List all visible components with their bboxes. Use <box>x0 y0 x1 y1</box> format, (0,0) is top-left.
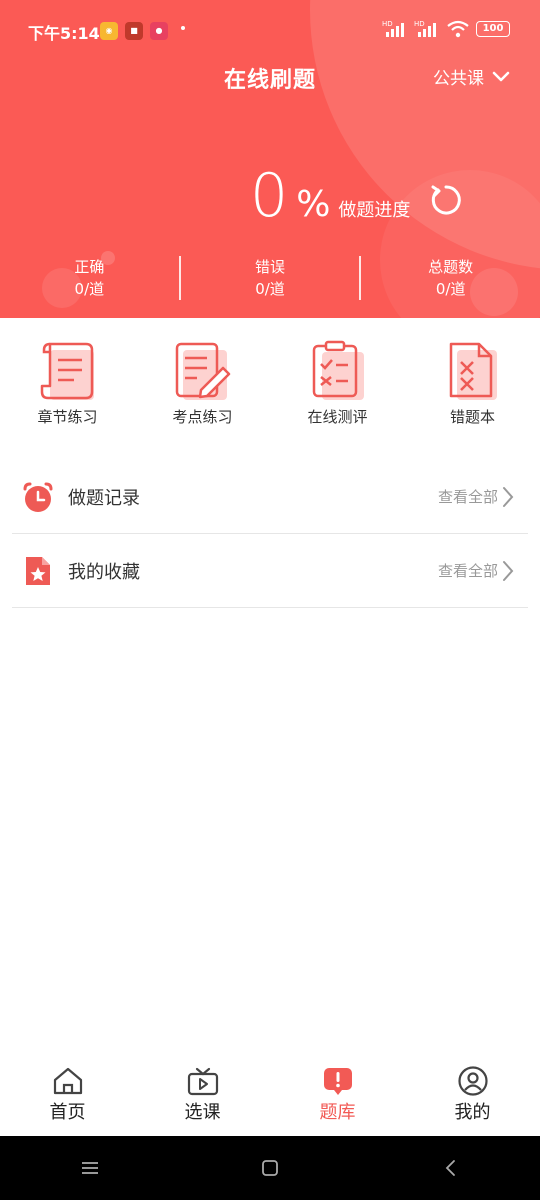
practice-history-row[interactable]: 做题记录 查看全部 <box>12 460 528 534</box>
wrong-book-icon <box>449 342 497 400</box>
star-document-icon <box>26 556 50 585</box>
weibo-app-icon: ◉ <box>100 22 118 40</box>
menu-button[interactable] <box>60 1148 120 1188</box>
stat-total: 总题数 0/道 <box>361 256 540 302</box>
clipboard-check-icon <box>312 340 364 400</box>
view-all-label: 查看全部 <box>437 562 498 580</box>
stat-label: 总题数 <box>428 258 474 276</box>
row-title: 我的收藏 <box>68 561 140 583</box>
alarm-clock-icon <box>23 482 53 512</box>
svg-text:HD: HD <box>382 20 393 28</box>
stat-value: 0/道 <box>435 280 466 298</box>
tab-question-bank[interactable]: 题库 <box>270 1058 405 1136</box>
menu-icon <box>82 1162 98 1174</box>
notepad-pencil-icon <box>175 342 230 400</box>
home-icon <box>53 1067 82 1095</box>
stats-row: 正确 0/道 错误 0/道 总题数 0/道 <box>0 256 540 302</box>
user-icon <box>457 1066 488 1096</box>
signal-icon: HD <box>414 20 436 37</box>
refresh-icon[interactable] <box>428 182 464 218</box>
back-button[interactable] <box>420 1148 480 1188</box>
app-notification-icon: ■ <box>125 22 143 40</box>
feature-grid: 章节练习 考点练习 在线测评 错题本 <box>0 340 540 427</box>
xiaohongshu-app-icon: ● <box>150 22 168 40</box>
row-title: 做题记录 <box>68 487 140 509</box>
progress-unit: % <box>296 184 331 225</box>
tab-courses[interactable]: 选课 <box>135 1058 270 1136</box>
feature-label: 错题本 <box>449 408 495 426</box>
tab-label: 首页 <box>49 1102 86 1123</box>
progress-label: 做题进度 <box>338 200 411 221</box>
progress-display: 0 % 做题进度 <box>250 166 410 226</box>
header-banner: 下午5:14 ◉ ■ ● HD HD 100 在线刷题 公共课 0 % 做题进度… <box>0 0 540 318</box>
chevron-right-icon <box>503 560 514 581</box>
subject-selector-label: 公共课 <box>433 69 484 89</box>
system-navigation-bar <box>0 1136 540 1200</box>
stat-value: 0/道 <box>74 280 105 298</box>
svg-text:HD: HD <box>414 20 425 28</box>
subject-selector[interactable]: 公共课 <box>433 64 510 89</box>
status-indicators: HD HD 100 <box>382 20 510 38</box>
bottom-tab-bar: 首页 选课 题库 我的 <box>0 1058 540 1136</box>
status-bar: 下午5:14 ◉ ■ ● HD HD 100 <box>0 0 540 62</box>
feature-chapter-practice[interactable]: 章节练习 <box>0 340 135 427</box>
question-bank-icon <box>323 1068 352 1095</box>
stat-wrong: 错误 0/道 <box>181 256 360 302</box>
feature-topic-practice[interactable]: 考点练习 <box>135 340 270 427</box>
tab-label: 我的 <box>454 1102 491 1123</box>
battery-indicator: 100 <box>476 21 510 37</box>
feature-wrong-book[interactable]: 错题本 <box>405 340 540 427</box>
tab-label: 选课 <box>184 1102 221 1123</box>
status-time: 下午5:14 <box>28 24 100 43</box>
tab-label: 题库 <box>319 1102 356 1123</box>
view-all-label: 查看全部 <box>437 488 498 506</box>
back-icon <box>445 1160 455 1176</box>
scroll-icon <box>40 342 94 400</box>
tv-play-icon <box>187 1067 218 1096</box>
wifi-icon <box>447 20 469 38</box>
feature-label: 章节练习 <box>37 408 98 426</box>
stat-label: 正确 <box>74 258 105 276</box>
stat-value: 0/道 <box>255 280 285 298</box>
feature-label: 在线测评 <box>307 408 368 426</box>
more-notifications-dot <box>181 26 185 30</box>
progress-value: 0 <box>250 161 289 231</box>
feature-online-test[interactable]: 在线测评 <box>270 340 405 427</box>
view-all-link[interactable]: 查看全部 <box>438 560 514 582</box>
feature-label: 考点练习 <box>172 408 233 426</box>
tab-profile[interactable]: 我的 <box>405 1058 540 1136</box>
square-icon <box>262 1160 278 1176</box>
tab-home[interactable]: 首页 <box>0 1058 135 1136</box>
stat-label: 错误 <box>255 258 286 276</box>
home-button[interactable] <box>240 1148 300 1188</box>
chevron-right-icon <box>503 486 514 507</box>
view-all-link[interactable]: 查看全部 <box>438 486 514 508</box>
chevron-down-icon <box>492 71 510 81</box>
favorites-row[interactable]: 我的收藏 查看全部 <box>12 534 528 608</box>
stat-correct: 正确 0/道 <box>0 256 179 302</box>
signal-icon: HD <box>382 20 404 37</box>
